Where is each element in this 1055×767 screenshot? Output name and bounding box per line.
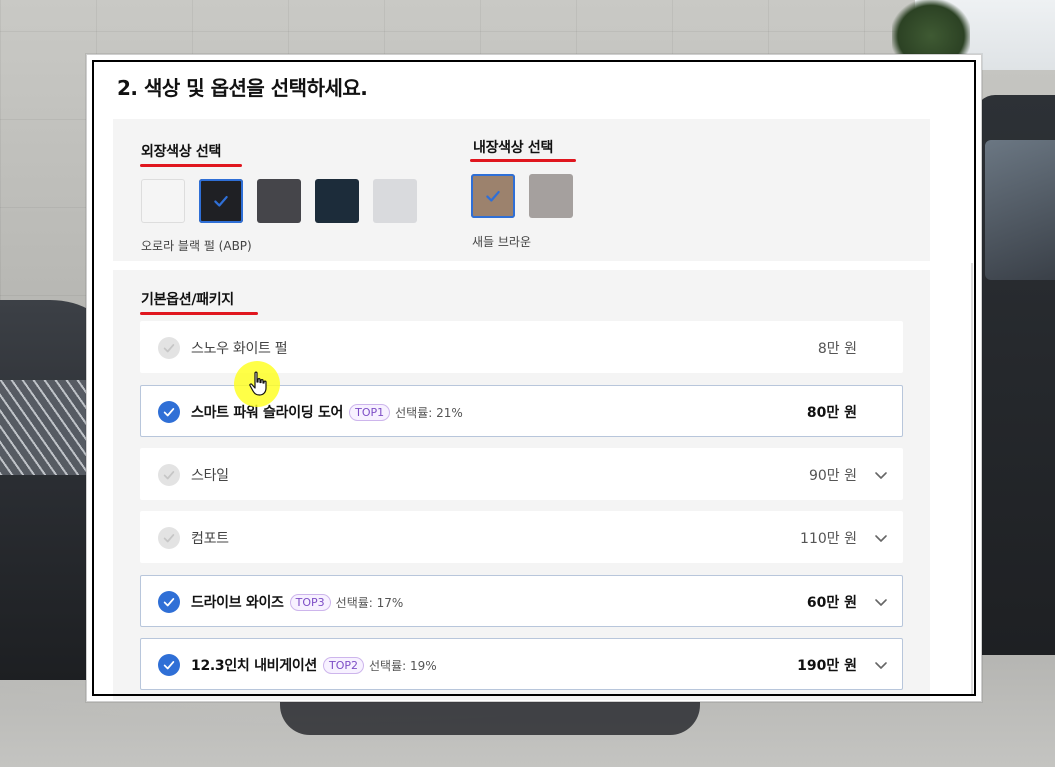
background-tree [892, 0, 970, 60]
option-row[interactable]: 12.3인치 내비게이션 TOP2 선택률: 19% 190만 원 [140, 638, 903, 690]
option-checkbox[interactable] [158, 654, 180, 676]
option-label: 스노우 화이트 펄 [191, 341, 288, 357]
check-icon [162, 405, 176, 419]
background-car-grille [0, 380, 90, 475]
exterior-swatch-5[interactable] [373, 179, 417, 223]
price-unit: 만 원 [826, 531, 857, 547]
color-section: 외장색상 선택 오로라 블랙 펄 (ABP) 내장색상 선택 새들 브라운 [113, 119, 930, 261]
price-amount: 90 [808, 468, 827, 484]
exterior-swatch-1[interactable] [141, 179, 185, 223]
interior-label-underline [470, 159, 576, 162]
option-name: 드라이브 와이즈 TOP3 선택률: 17% [191, 592, 403, 612]
selection-rate: 선택률: 21% [395, 406, 463, 420]
options-section: 기본옵션/패키지 스노우 화이트 펄 8만 원 스마트 파워 슬라이딩 도어 TOP1… [113, 270, 930, 700]
chevron-down-icon[interactable] [872, 466, 890, 484]
price-unit: 만 원 [826, 595, 857, 611]
check-icon [471, 174, 515, 218]
option-price: 80만 원 [807, 402, 857, 422]
option-name: 12.3인치 내비게이션 TOP2 선택률: 19% [191, 655, 437, 675]
selection-rate: 선택률: 19% [369, 659, 437, 673]
option-price: 8만 원 [818, 338, 857, 358]
chevron-down-icon[interactable] [872, 593, 890, 611]
price-amount: 60 [806, 595, 827, 611]
popularity-badge: TOP3 [289, 594, 331, 611]
price-amount: 8 [817, 341, 827, 357]
option-checkbox[interactable] [158, 591, 180, 613]
exterior-color-name: 오로라 블랙 펄 (ABP) [141, 239, 252, 253]
option-checkbox[interactable] [158, 464, 180, 486]
interior-color-label: 내장색상 선택 [473, 140, 554, 156]
option-price: 90만 원 [809, 465, 857, 485]
interior-swatch-2[interactable] [529, 174, 573, 218]
page-title: 2. 색상 및 옵션을 선택하세요. [117, 76, 368, 100]
option-name: 스타일 [191, 465, 229, 485]
options-label-underline [140, 312, 258, 315]
check-icon [162, 341, 176, 355]
option-label: 스타일 [191, 468, 229, 484]
option-price: 110만 원 [800, 528, 857, 548]
option-price: 60만 원 [807, 592, 857, 612]
option-label: 스마트 파워 슬라이딩 도어 [191, 405, 344, 421]
option-row[interactable]: 컴포트 110만 원 [140, 511, 903, 563]
popularity-badge: TOP2 [322, 657, 364, 674]
exterior-swatch-2[interactable] [199, 179, 243, 223]
scrollbar-track[interactable] [971, 263, 973, 695]
check-icon [162, 468, 176, 482]
exterior-color-label: 외장색상 선택 [141, 144, 222, 160]
option-checkbox[interactable] [158, 527, 180, 549]
popularity-badge: TOP1 [349, 404, 391, 421]
check-icon [162, 531, 176, 545]
price-unit: 만 원 [826, 658, 857, 674]
option-name: 스노우 화이트 펄 [191, 338, 288, 358]
option-row[interactable]: 스타일 90만 원 [140, 448, 903, 500]
check-icon [162, 658, 176, 672]
hand-pointer-icon [249, 371, 267, 396]
exterior-swatch-4[interactable] [315, 179, 359, 223]
check-icon [199, 179, 243, 223]
price-amount: 190 [797, 658, 827, 674]
exterior-swatch-3[interactable] [257, 179, 301, 223]
option-name: 컴포트 [191, 528, 229, 548]
option-row[interactable]: 드라이브 와이즈 TOP3 선택률: 17% 60만 원 [140, 575, 903, 627]
options-label: 기본옵션/패키지 [141, 292, 234, 308]
selection-rate: 선택률: 17% [335, 596, 404, 610]
price-unit: 만 원 [826, 341, 857, 357]
price-amount: 110 [800, 531, 827, 547]
chevron-down-icon[interactable] [872, 656, 890, 674]
price-unit: 만 원 [826, 405, 857, 421]
option-label: 컴포트 [191, 531, 229, 547]
option-price: 190만 원 [797, 655, 857, 675]
check-icon [162, 595, 176, 609]
option-label: 12.3인치 내비게이션 [191, 658, 317, 674]
option-checkbox[interactable] [158, 401, 180, 423]
price-unit: 만 원 [826, 468, 857, 484]
option-name: 스마트 파워 슬라이딩 도어 TOP1 선택률: 21% [191, 402, 463, 422]
interior-color-name: 새들 브라운 [472, 235, 532, 249]
price-amount: 80 [806, 405, 827, 421]
chevron-down-icon[interactable] [872, 529, 890, 547]
interior-swatch-1[interactable] [471, 174, 515, 218]
exterior-label-underline [140, 164, 242, 167]
option-checkbox[interactable] [158, 337, 180, 359]
configurator-card: 2. 색상 및 옵션을 선택하세요. 외장색상 선택 오로라 블랙 펄 (ABP… [86, 54, 982, 702]
background-car-window [985, 140, 1055, 280]
option-label: 드라이브 와이즈 [191, 595, 284, 611]
